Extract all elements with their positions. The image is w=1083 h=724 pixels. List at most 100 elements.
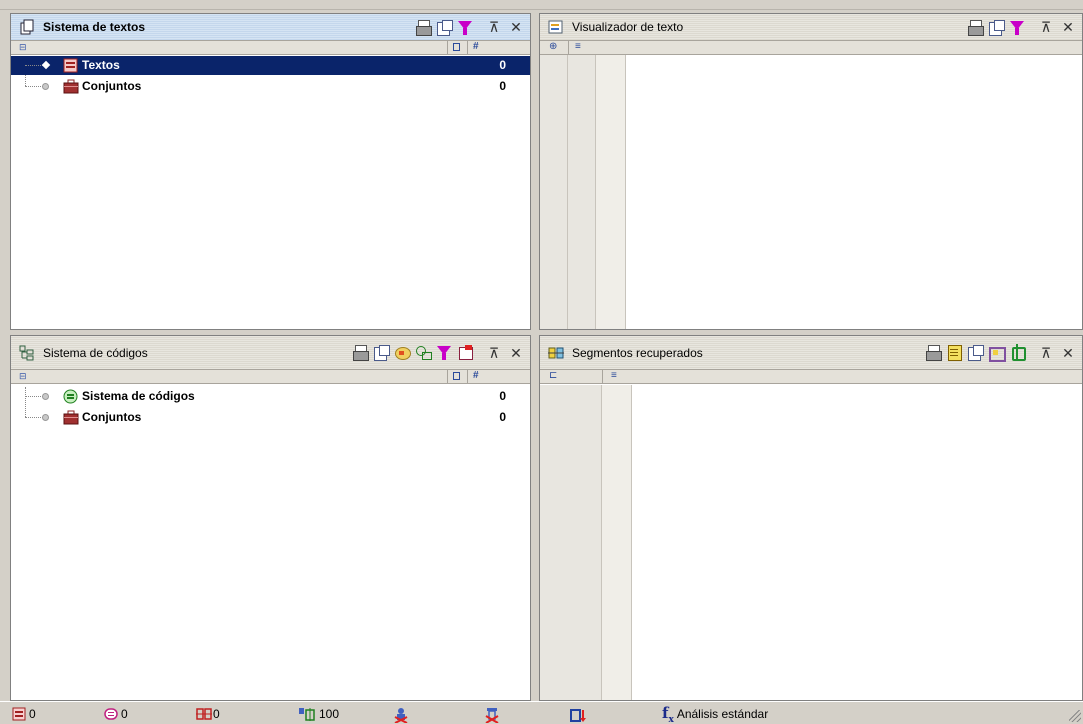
code-marker-icon: ⊕: [549, 41, 558, 52]
node-bullet-icon: [42, 393, 49, 400]
paragraph-gutter: [596, 55, 626, 329]
tree-item-label: Textos: [82, 58, 120, 72]
column-attributes-header[interactable]: [447, 370, 467, 384]
segment-source-icon: ⊏: [549, 370, 558, 381]
tree-item-label: Conjuntos: [82, 410, 142, 424]
node-bullet-icon: [42, 83, 49, 90]
node-diamond-icon: [41, 60, 51, 70]
analysis-mode[interactable]: fx Análisis estándar: [662, 703, 769, 724]
tree-column-header: ⊟ #: [11, 370, 530, 384]
node-bullet-icon: [42, 414, 49, 421]
analysis-label: Análisis estándar: [676, 707, 769, 721]
code-tree: Sistema de códigos 0 Conjuntos 0: [11, 387, 530, 427]
status-value: 0: [213, 707, 220, 721]
code-color-icon[interactable]: [394, 344, 411, 361]
status-value: 0: [29, 707, 36, 721]
status-bar: 0 0 0 100 fx Análisis estándar: [0, 701, 1083, 724]
close-pane-icon[interactable]: ✕: [510, 20, 522, 34]
column-count-header[interactable]: #: [467, 370, 530, 384]
document-system-pane: Sistema de textos ⊼ ✕ ⊟ # Textos 0 Conju…: [10, 13, 531, 330]
function-icon: fx: [662, 703, 674, 724]
new-code-icon[interactable]: [457, 344, 474, 361]
text-viewer-titlebar: Visualizador de texto ⊼ ✕: [540, 14, 1082, 41]
tree-row-texts[interactable]: Textos 0: [11, 56, 530, 75]
resize-grip-icon[interactable]: [1069, 710, 1081, 722]
export-icon[interactable]: [967, 344, 984, 361]
export-icon[interactable]: [988, 19, 1005, 36]
tree-item-count: 0: [499, 410, 506, 424]
close-pane-icon[interactable]: ✕: [1062, 20, 1074, 34]
document-tree: Textos 0 Conjuntos 0: [11, 56, 530, 96]
sort-down-icon: [570, 707, 586, 722]
deactivate-all-button[interactable]: [393, 706, 408, 724]
tree-row-code-system[interactable]: Sistema de códigos 0: [11, 387, 530, 406]
export-icon[interactable]: [436, 19, 453, 36]
tree-item-count: 0: [499, 58, 506, 72]
lines-icon: ≡: [611, 370, 617, 381]
code-gutter: [540, 55, 568, 329]
reset-activation-button[interactable]: [484, 706, 499, 724]
tree-item-label: Conjuntos: [82, 79, 142, 93]
segments-column-header: ⊏ ≡: [540, 370, 1082, 384]
tree-row-sets[interactable]: Conjuntos 0: [11, 408, 530, 427]
print-icon[interactable]: [967, 19, 984, 36]
pane-title: Sistema de textos: [43, 20, 146, 34]
filter-icon[interactable]: [436, 344, 453, 361]
square-icon: [453, 372, 460, 380]
pane-title: Segmentos recuperados: [572, 345, 703, 360]
segment-source-gutter: [540, 385, 602, 700]
close-pane-icon[interactable]: ✕: [1062, 346, 1074, 360]
tree-item-count: 0: [499, 79, 506, 93]
retrieved-segments-pane: Segmentos recuperados ⊼ ✕ ⊏ ≡: [539, 335, 1083, 701]
status-memos-count[interactable]: 0: [104, 706, 128, 722]
export-icon[interactable]: [373, 344, 390, 361]
filter-icon[interactable]: [457, 19, 474, 36]
status-value: 100: [319, 707, 340, 721]
print-icon[interactable]: [925, 344, 942, 361]
weight-icon: [298, 707, 316, 721]
code-system-icon: [19, 345, 35, 361]
code-system-titlebar: Sistema de códigos ⊼ ✕: [11, 336, 530, 370]
sets-briefcase-icon: [63, 410, 79, 425]
segment-code-gutter: [602, 385, 632, 700]
sort-down-button[interactable]: [570, 706, 586, 722]
code-marker-icon[interactable]: [1009, 344, 1026, 361]
status-texts-count[interactable]: 0: [12, 706, 36, 722]
segment-matrix-icon[interactable]: [988, 344, 1006, 362]
viewer-column-header: ⊕ ≡: [540, 41, 1082, 55]
filter-icon[interactable]: [1009, 19, 1026, 36]
segment-text-column-header[interactable]: ≡: [602, 370, 1082, 384]
tree-row-sets[interactable]: Conjuntos 0: [11, 77, 530, 96]
sets-briefcase-icon: [63, 79, 79, 94]
status-codes-count[interactable]: 0: [196, 706, 220, 722]
column-count-header[interactable]: #: [467, 41, 530, 55]
column-attributes-header[interactable]: [447, 41, 467, 55]
texts-icon: [12, 707, 26, 721]
retrieved-segments-titlebar: Segmentos recuperados ⊼ ✕: [540, 336, 1082, 370]
pane-title: Sistema de códigos: [43, 345, 148, 360]
codes-icon: [196, 707, 212, 721]
tree-item-label: Sistema de códigos: [82, 389, 195, 403]
maximize-pane-icon[interactable]: ⊼: [488, 20, 500, 34]
document-system-titlebar: Sistema de textos ⊼ ✕: [11, 14, 530, 41]
status-value: 0: [121, 707, 128, 721]
code-system-pane: Sistema de códigos ⊼ ✕ ⊟ # Sistema de có…: [10, 335, 531, 701]
maximize-pane-icon[interactable]: ⊼: [488, 346, 500, 360]
status-weight[interactable]: 100: [298, 706, 339, 722]
tree-column-header: ⊟ #: [11, 41, 530, 55]
texts-folder-icon: [63, 58, 78, 73]
pane-title: Visualizador de texto: [572, 20, 684, 34]
tree-root-icon: ⊟: [19, 371, 27, 381]
close-pane-icon[interactable]: ✕: [510, 346, 522, 360]
lines-icon: ≡: [575, 41, 581, 52]
reset-activation-icon: [484, 707, 499, 724]
memo-column-header[interactable]: ≡: [568, 41, 596, 55]
maximize-pane-icon[interactable]: ⊼: [1040, 346, 1052, 360]
deactivate-user-icon: [393, 707, 408, 724]
maximize-pane-icon[interactable]: ⊼: [1040, 20, 1052, 34]
code-frequency-icon[interactable]: [415, 344, 432, 361]
print-icon[interactable]: [352, 344, 369, 361]
save-segments-icon[interactable]: [946, 344, 963, 361]
document-system-icon: [19, 19, 35, 35]
print-icon[interactable]: [415, 19, 432, 36]
